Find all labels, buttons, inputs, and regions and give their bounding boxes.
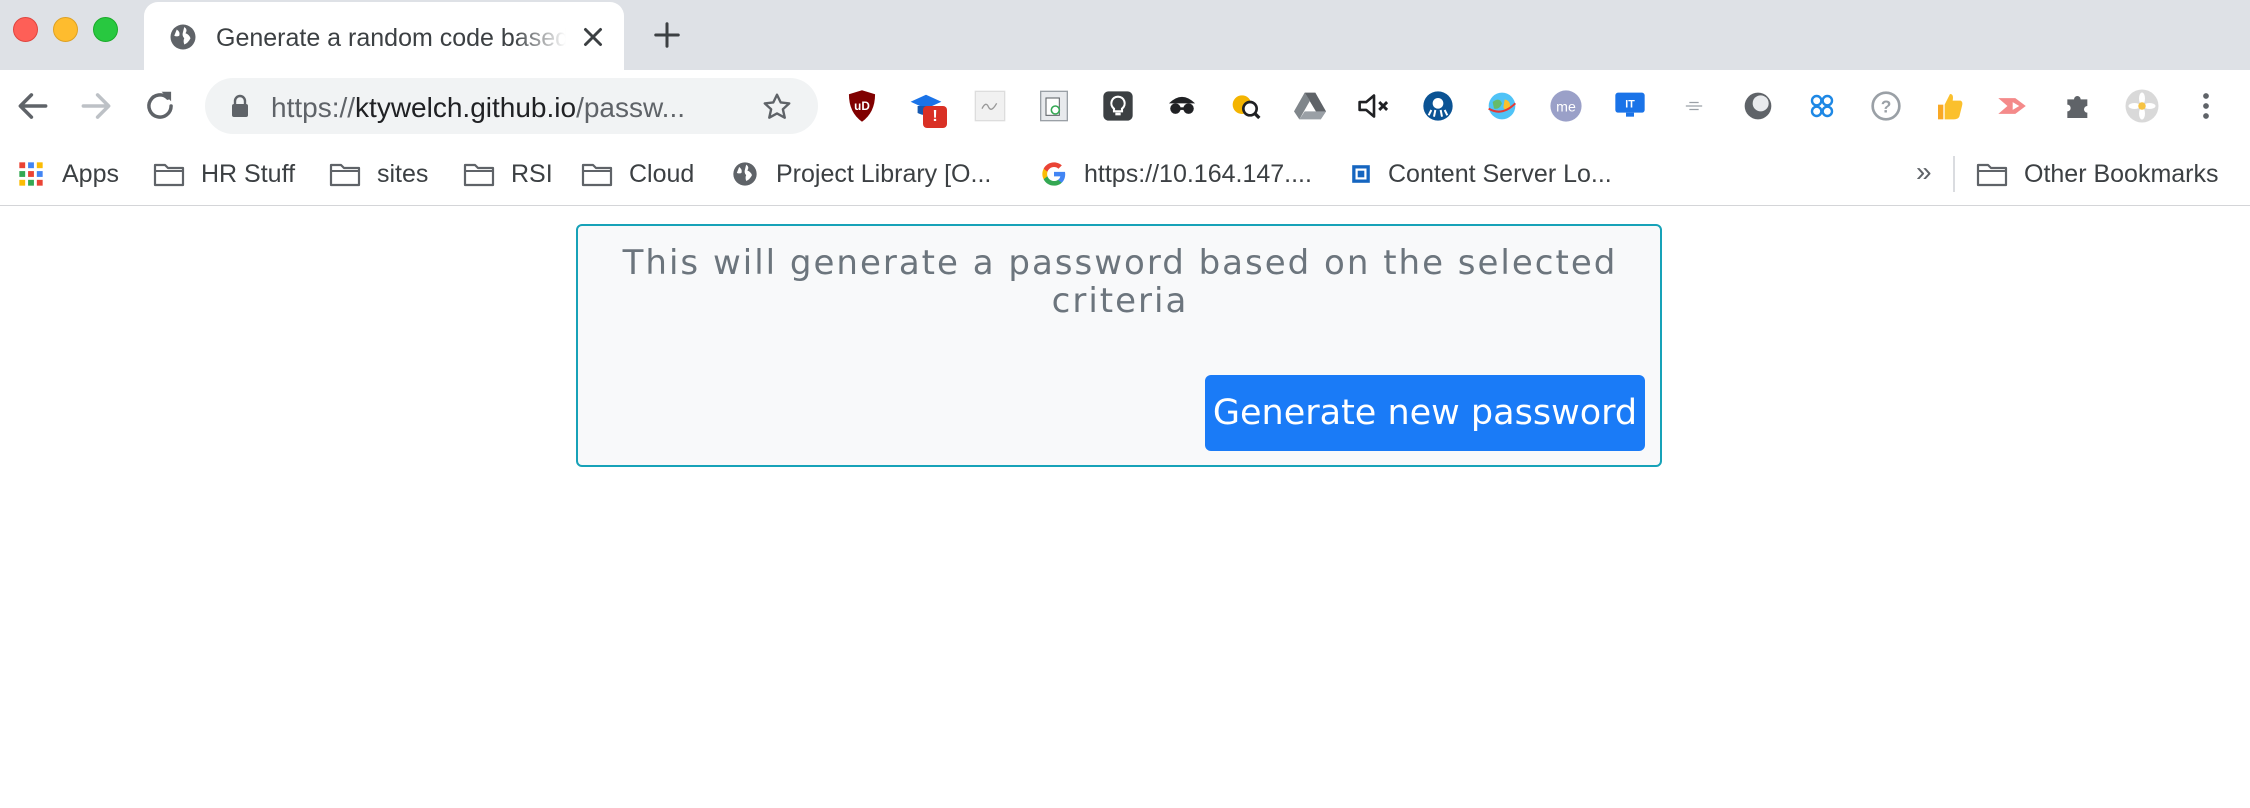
bookmark-label: https://10.164.147....	[1084, 159, 1312, 188]
bookmark-folder-rsi[interactable]: RSI	[463, 142, 553, 206]
card-description: This will generate a password based on t…	[622, 243, 1618, 321]
tab-strip: Generate a random code based on selected…	[0, 0, 2250, 70]
folder-icon	[153, 163, 185, 187]
generate-password-button[interactable]: Generate new password	[1205, 375, 1645, 451]
globe-icon	[170, 24, 196, 50]
bookmarks-overflow-chevron[interactable]: »	[1916, 156, 1932, 188]
bookmark-label: Other Bookmarks	[2024, 159, 2219, 188]
svg-text:?: ?	[1881, 97, 1892, 117]
close-window-button[interactable]	[13, 17, 38, 42]
bookmark-label: Cloud	[629, 159, 695, 188]
sphere-icon[interactable]	[1740, 88, 1776, 124]
it-monitor-icon[interactable]: IT	[1612, 88, 1648, 124]
spy-glasses-icon[interactable]	[1164, 88, 1200, 124]
new-tab-plus-icon[interactable]	[652, 20, 682, 50]
thumbs-up-icon[interactable]	[1932, 88, 1968, 124]
url-text[interactable]: https://ktywelch.github.io/passw...	[271, 92, 685, 124]
browser-toolbar: https://ktywelch.github.io/passw... uD !…	[0, 70, 2250, 142]
mute-icon[interactable]	[1356, 88, 1392, 124]
bookmark-star-icon[interactable]	[761, 91, 793, 123]
bookmark-content-server[interactable]: Content Server Lo...	[1350, 142, 1612, 206]
minimize-window-button[interactable]	[53, 17, 78, 42]
magnifier-person-icon[interactable]	[1228, 88, 1264, 124]
back-arrow-icon[interactable]	[14, 87, 52, 125]
bookmark-label: sites	[377, 159, 429, 188]
graduation-cap-icon[interactable]: !	[908, 88, 947, 128]
content-server-icon	[1352, 165, 1370, 183]
bookmark-label: Content Server Lo...	[1388, 159, 1612, 188]
bookmark-label: RSI	[511, 159, 553, 188]
google-icon	[1042, 162, 1066, 186]
more-menu-icon[interactable]	[2188, 88, 2224, 124]
arrow-play-icon[interactable]	[1996, 88, 2032, 124]
bookmark-other-bookmarks[interactable]: Other Bookmarks	[1976, 142, 2219, 206]
bookmark-ip-address[interactable]: https://10.164.147....	[1040, 142, 1312, 206]
address-bar[interactable]: https://ktywelch.github.io/passw...	[205, 78, 818, 134]
folder-icon	[329, 163, 361, 187]
help-question-icon[interactable]: ?	[1868, 88, 1904, 124]
globe-icon	[733, 162, 757, 186]
me-icon[interactable]: me	[1548, 88, 1584, 124]
folder-icon	[1976, 163, 2008, 187]
bookmark-project-library[interactable]: Project Library [O...	[730, 142, 991, 206]
zoom-window-button[interactable]	[93, 17, 118, 42]
password-generator-card: This will generate a password based on t…	[576, 224, 1662, 467]
profile-avatar-icon[interactable]	[2124, 88, 2160, 124]
octopus-icon[interactable]	[1420, 88, 1456, 124]
tab-title: Generate a random code based on selected…	[216, 24, 566, 52]
lines-extension-icon[interactable]	[1676, 88, 1712, 124]
bookmark-label: Apps	[62, 159, 119, 188]
google-drive-icon[interactable]	[1292, 88, 1328, 124]
bookmark-folder-cloud[interactable]: Cloud	[581, 142, 694, 206]
molecule-icon[interactable]	[1804, 88, 1840, 124]
svg-text:me: me	[1556, 100, 1576, 116]
close-icon[interactable]	[578, 22, 608, 52]
document-extension-icon[interactable]	[1036, 88, 1072, 124]
folder-icon	[463, 163, 495, 187]
bookmarks-bar: Apps HR Stuff sites RSI Cloud Project Li…	[0, 142, 2250, 206]
forward-arrow-icon[interactable]	[77, 87, 115, 125]
signature-extension-icon[interactable]	[972, 88, 1008, 124]
folder-icon	[581, 163, 613, 187]
puzzle-piece-icon[interactable]	[2060, 88, 2096, 124]
lightbulb-icon[interactable]	[1100, 88, 1136, 124]
bookmark-folder-hr-stuff[interactable]: HR Stuff	[153, 142, 295, 206]
bookmark-folder-sites[interactable]: sites	[329, 142, 428, 206]
bookmarks-separator	[1953, 156, 1955, 192]
apps-grid-icon	[19, 162, 43, 186]
bookmark-apps[interactable]: Apps	[16, 142, 119, 206]
svg-text:IT: IT	[1625, 98, 1635, 110]
lock-icon[interactable]	[229, 94, 251, 118]
extension-badge: !	[923, 106, 947, 128]
bookmark-label: HR Stuff	[201, 159, 296, 188]
active-tab[interactable]: Generate a random code based on selected…	[144, 2, 624, 70]
globe-colorful-icon[interactable]	[1484, 88, 1520, 124]
svg-text:uD: uD	[854, 100, 870, 113]
reload-icon[interactable]	[141, 87, 179, 125]
ublock-shield-icon[interactable]: uD	[844, 88, 880, 124]
bookmark-label: Project Library [O...	[776, 159, 992, 188]
